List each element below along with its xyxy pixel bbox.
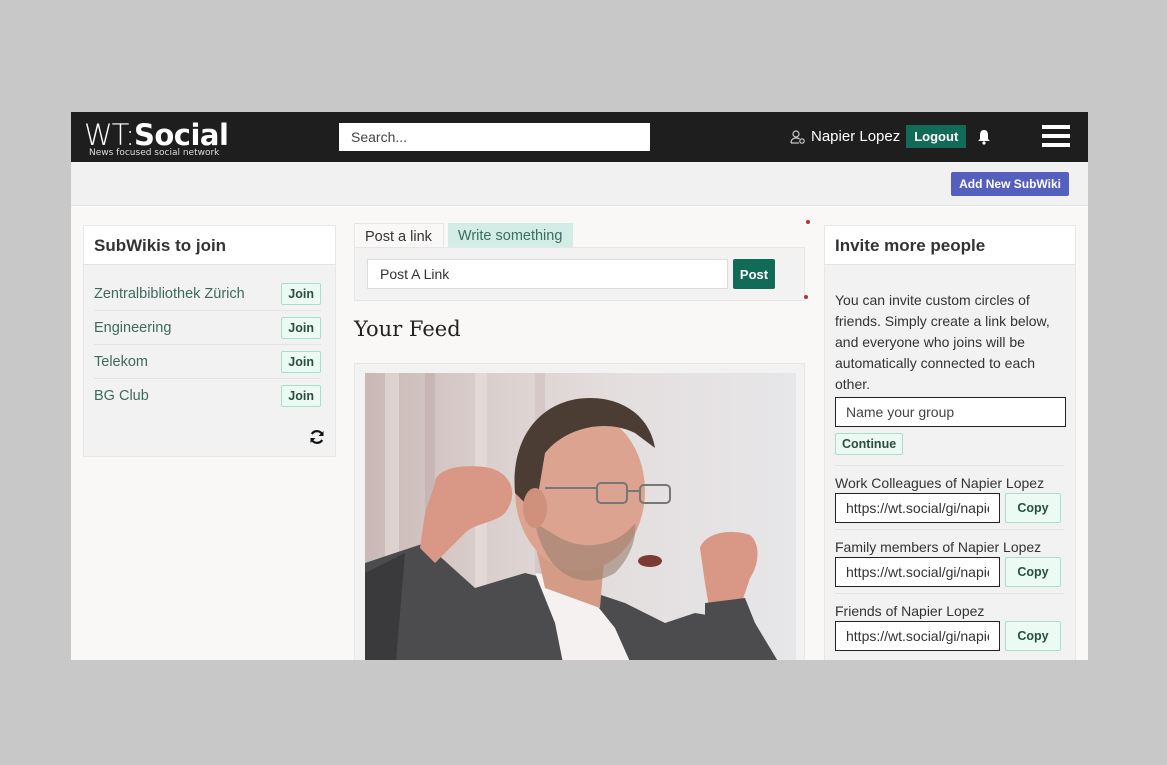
logo-wt: WT: (84, 118, 135, 152)
subwiki-name[interactable]: Zentralbibliothek Zürich (94, 286, 245, 302)
invite-link-group: Family members of Napier Lopez Copy (835, 529, 1064, 587)
invite-link-label: Work Colleagues of Napier Lopez (835, 475, 1045, 491)
user-cog-icon[interactable] (790, 129, 806, 145)
user-name[interactable]: Napier Lopez (811, 128, 900, 145)
invite-link-label: Friends of Napier Lopez (835, 603, 985, 619)
logo[interactable]: WT:Social News focused social network (84, 118, 229, 158)
composer-tabs: Post a link Write something (354, 223, 574, 249)
subwiki-list: Zentralbibliothek Zürich Join Engineerin… (84, 265, 335, 412)
browser-viewport: WT:Social News focused social network Na… (71, 112, 1088, 660)
refresh-icon[interactable] (309, 429, 325, 445)
group-name-input[interactable] (835, 397, 1066, 427)
sub-toolbar: Add New SubWiki (71, 162, 1088, 206)
feed-title: Your Feed (354, 317, 461, 341)
invite-link-input[interactable] (835, 621, 1000, 651)
hamburger-menu-icon[interactable] (1042, 125, 1070, 147)
invite-body: You can invite custom circles of friends… (825, 265, 1075, 651)
bell-icon[interactable] (977, 129, 991, 145)
join-button[interactable]: Join (281, 282, 321, 305)
menu-bar (1042, 125, 1070, 129)
marker-dot (804, 295, 808, 299)
person-photo-illustration (365, 373, 796, 660)
join-button[interactable]: Join (281, 316, 321, 339)
subwiki-item: Telekom Join (94, 345, 321, 379)
logo-social: Social (133, 118, 229, 152)
invite-link-group: Friends of Napier Lopez Copy (835, 593, 1064, 651)
add-new-subwiki-button[interactable]: Add New SubWiki (951, 172, 1069, 196)
user-area: Napier Lopez Logout (790, 125, 991, 148)
menu-bar (1042, 134, 1070, 138)
invite-description: You can invite custom circles of friends… (835, 292, 1050, 392)
subwiki-item: Zentralbibliothek Zürich Join (94, 277, 321, 311)
copy-button[interactable]: Copy (1005, 493, 1061, 523)
invite-link-group: Work Colleagues of Napier Lopez Copy (835, 465, 1064, 523)
invite-link-label: Family members of Napier Lopez (835, 539, 1042, 555)
tab-post-a-link[interactable]: Post a link (354, 223, 444, 249)
marker-dot (806, 220, 810, 224)
post-link-form: Post (354, 247, 805, 301)
copy-button[interactable]: Copy (1005, 557, 1061, 587)
top-navbar: WT:Social News focused social network Na… (71, 112, 1088, 162)
invite-link-row: Copy (835, 557, 1064, 587)
invite-panel-title: Invite more people (825, 226, 1075, 265)
subwiki-item: BG Club Join (94, 379, 321, 412)
invite-link-input[interactable] (835, 493, 1000, 523)
feed-post-card (354, 363, 805, 660)
feed-post-image[interactable] (365, 373, 796, 660)
subwiki-name[interactable]: Telekom (94, 354, 148, 370)
subwiki-item: Engineering Join (94, 311, 321, 345)
tab-write-something[interactable]: Write something (447, 223, 574, 249)
post-link-input[interactable] (367, 259, 728, 289)
join-button[interactable]: Join (281, 384, 321, 407)
logout-button[interactable]: Logout (906, 125, 967, 148)
copy-button[interactable]: Copy (1005, 621, 1061, 651)
join-button[interactable]: Join (281, 350, 321, 373)
menu-bar (1042, 143, 1070, 147)
subwikis-panel: SubWikis to join Zentralbibliothek Züric… (83, 225, 336, 457)
invite-panel: Invite more people You can invite custom… (824, 225, 1076, 660)
invite-link-row: Copy (835, 621, 1064, 651)
invite-link-row: Copy (835, 493, 1064, 523)
subwiki-name[interactable]: BG Club (94, 388, 149, 404)
logo-tagline: News focused social network (89, 148, 220, 158)
post-button[interactable]: Post (733, 259, 775, 289)
search-input[interactable] (339, 123, 650, 151)
continue-button[interactable]: Continue (835, 433, 904, 455)
subwikis-panel-title: SubWikis to join (84, 226, 335, 265)
invite-link-input[interactable] (835, 557, 1000, 587)
subwiki-name[interactable]: Engineering (94, 320, 171, 336)
